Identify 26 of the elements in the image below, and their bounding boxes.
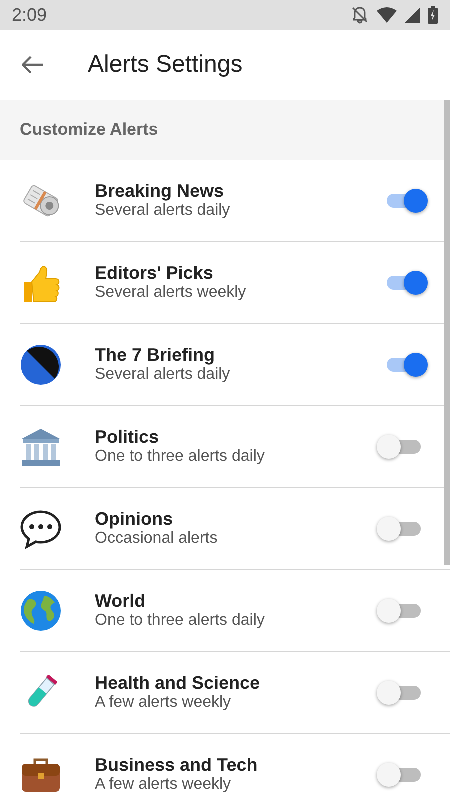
alert-title: Opinions [95,508,174,530]
alert-frequency: Occasional alerts [95,530,219,548]
notifications-off-icon [351,6,369,24]
half-circle-icon [20,344,62,386]
alert-frequency: Several alerts daily [95,366,232,384]
alert-title: World [95,590,147,612]
alert-frequency: Several alerts weekly [95,284,248,302]
alert-frequency: One to three alerts daily [95,612,266,630]
alert-frequency: Several alerts daily [95,202,232,220]
battery-charging-icon [428,6,438,24]
back-arrow-icon[interactable] [22,56,44,74]
alert-frequency: A few alerts weekly [95,776,232,794]
alert-title: The 7 Briefing [95,344,216,366]
clock-time: 2:09 [12,4,48,26]
signal-icon [405,8,420,22]
alert-title: Editors' Picks [95,262,214,284]
alert-title: Business and Tech [95,754,259,776]
alert-frequency: One to three alerts daily [95,448,266,466]
wifi-icon [377,7,397,23]
globe-icon [20,590,62,632]
alert-title: Politics [95,426,160,448]
section-header: Customize Alerts [20,119,158,142]
alert-title: Breaking News [95,180,226,202]
screen-title: Alerts Settings [88,50,243,80]
alert-title: Health and Science [95,672,262,694]
alert-frequency: A few alerts weekly [95,694,232,712]
